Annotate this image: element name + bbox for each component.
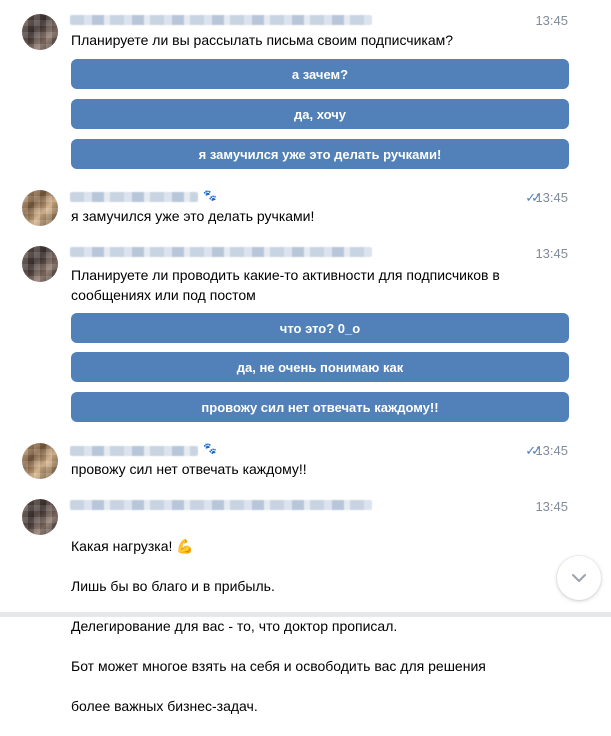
keyboard-button[interactable]: провожу сил нет отвечать каждому!! <box>71 392 569 422</box>
scroll-down-button[interactable] <box>557 556 601 600</box>
message-line: Делегирование для вас - то, что доктор п… <box>71 618 398 634</box>
message-line: Какая нагрузка! 💪 <box>71 538 194 554</box>
message-line: Лишь бы во благо и в прибыль. <box>71 578 275 594</box>
message-text: я замучился уже это делать ручками! <box>71 208 315 224</box>
keyboard-button[interactable]: да, хочу <box>71 99 569 129</box>
avatar[interactable] <box>22 14 58 50</box>
message-time: 13:45 <box>535 443 568 458</box>
avatar[interactable] <box>22 190 58 226</box>
message-time: 13:45 <box>535 246 568 261</box>
chevron-down-icon <box>572 574 586 582</box>
keyboard-button[interactable]: а зачем? <box>71 59 569 89</box>
message-text: провожу сил нет отвечать каждому!! <box>71 461 307 477</box>
paw-icon: 🐾 <box>203 190 217 202</box>
sender-name-blurred[interactable] <box>70 446 198 456</box>
message-time: 13:45 <box>535 13 568 28</box>
flexed-biceps-emoji: 💪 <box>176 538 194 554</box>
paw-icon: 🐾 <box>203 443 217 455</box>
sender-name-blurred[interactable] <box>70 192 198 202</box>
keyboard-button[interactable]: что это? 0_о <box>71 313 569 343</box>
message-text: Планируете ли проводить какие-то активно… <box>71 267 500 303</box>
message-line: более важных бизнес-задач. <box>71 698 258 714</box>
sender-name-blurred[interactable] <box>70 15 372 25</box>
avatar[interactable] <box>22 443 58 479</box>
keyboard-button[interactable]: я замучился уже это делать ручками! <box>71 139 569 169</box>
avatar[interactable] <box>22 499 58 535</box>
message-text: Планируете ли вы рассылать письма своим … <box>71 32 454 48</box>
message-time: 13:45 <box>535 190 568 205</box>
message-time: 13:45 <box>535 499 568 514</box>
keyboard-button[interactable]: да, не очень понимаю как <box>71 352 569 382</box>
sender-name-blurred[interactable] <box>70 247 372 257</box>
message-text: Какая нагрузка! 💪 Лишь бы во благо и в п… <box>71 516 541 736</box>
composer-divider <box>0 612 611 617</box>
avatar[interactable] <box>22 246 58 282</box>
sender-name-blurred[interactable] <box>70 500 372 510</box>
message-line: Бот может многое взять на себя и освобод… <box>71 658 486 674</box>
